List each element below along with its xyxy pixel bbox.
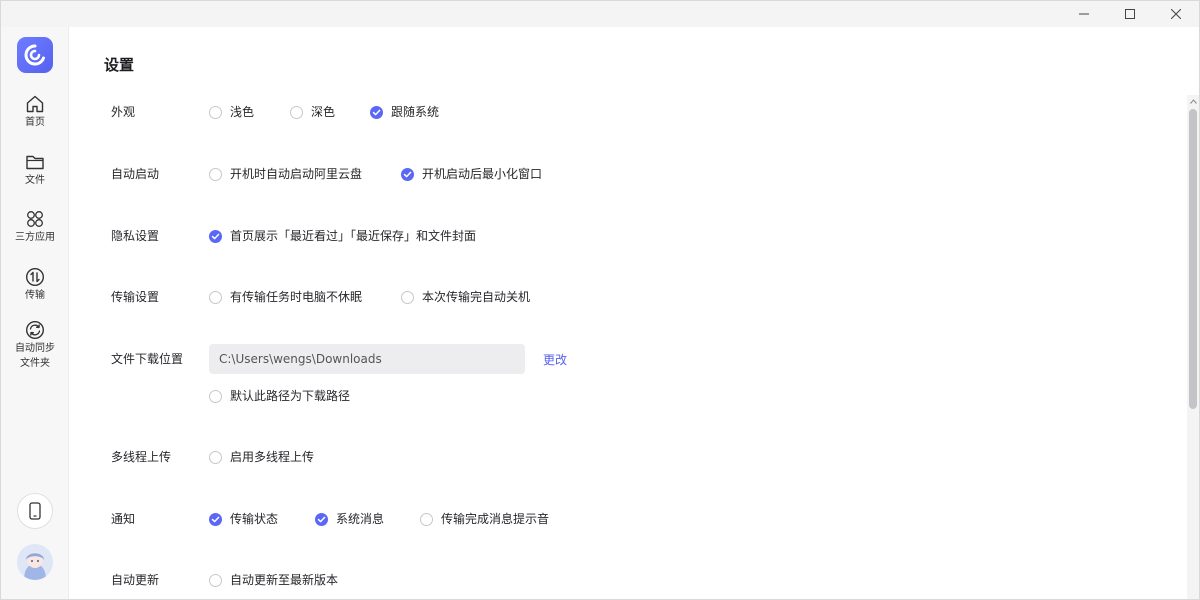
check-icon <box>401 167 414 181</box>
sync-icon <box>25 320 45 340</box>
radio-dark-theme[interactable]: 深色 <box>290 104 335 120</box>
sidebar-item-label: 传输 <box>25 290 45 301</box>
app-logo[interactable] <box>17 37 53 73</box>
option-label: 传输完成消息提示音 <box>441 512 550 526</box>
option-label: 默认此路径为下载路径 <box>230 389 351 403</box>
radio-unchecked-icon <box>209 450 222 464</box>
scrollbar-thumb[interactable] <box>1189 109 1197 409</box>
checkbox-system-messages[interactable]: 系统消息 <box>315 511 384 527</box>
option-label: 浅色 <box>230 105 255 119</box>
maximize-icon <box>1125 9 1135 19</box>
scroll-up-arrow-icon[interactable] <box>1189 97 1197 105</box>
option-label: 首页展示「最近看过」「最近保存」和文件封面 <box>230 229 477 243</box>
option-label: 深色 <box>311 105 336 119</box>
title-bar <box>1 1 1199 27</box>
app-window: 首页 文件 三方应用 传输 自动同步 文件夹 设置 外观 浅色 深色 跟随系统 … <box>0 0 1200 600</box>
option-label: 本次传输完自动关机 <box>422 290 531 304</box>
multithread-upload-label: 多线程上传 <box>111 450 172 464</box>
option-label: 有传输任务时电脑不休眠 <box>230 290 363 304</box>
auto-update-label: 自动更新 <box>111 573 160 587</box>
radio-unchecked-icon <box>209 105 222 119</box>
check-icon <box>370 105 383 119</box>
sidebar-item-home[interactable]: 首页 <box>1 94 69 129</box>
settings-panel: 设置 外观 浅色 深色 跟随系统 自动启动 开机时自动启动阿里云盘 开机启动后最… <box>70 27 1186 599</box>
radio-unchecked-icon <box>420 512 433 526</box>
radio-unchecked-icon <box>209 389 222 403</box>
sidebar-item-label: 三方应用 <box>15 232 55 243</box>
sidebar-item-label: 首页 <box>25 117 45 128</box>
checkbox-default-download-path[interactable]: 默认此路径为下载路径 <box>209 388 350 404</box>
page-title: 设置 <box>104 56 135 74</box>
radio-unchecked-icon <box>290 105 303 119</box>
folder-icon <box>26 155 44 170</box>
transfer-icon <box>25 267 45 287</box>
mobile-app-button[interactable] <box>17 493 53 529</box>
minimize-button[interactable] <box>1061 1 1107 27</box>
download-path-field[interactable]: C:\Users\wengs\Downloads <box>209 344 525 374</box>
close-icon <box>1171 9 1181 19</box>
minimize-icon <box>1079 13 1089 15</box>
avatar[interactable] <box>17 544 53 580</box>
appearance-label: 外观 <box>111 105 136 119</box>
notify-label: 通知 <box>111 512 136 526</box>
checkbox-shutdown-after-transfer[interactable]: 本次传输完自动关机 <box>401 289 530 305</box>
check-icon <box>209 512 222 526</box>
apps-icon <box>27 211 43 227</box>
sidebar-item-transfer[interactable]: 传输 <box>1 267 69 302</box>
checkbox-auto-update-latest[interactable]: 自动更新至最新版本 <box>209 572 338 588</box>
option-label: 启用多线程上传 <box>230 450 315 464</box>
option-label: 开机启动后最小化窗口 <box>422 167 543 181</box>
maximize-button[interactable] <box>1107 1 1153 27</box>
checkbox-autostart-on-boot[interactable]: 开机时自动启动阿里云盘 <box>209 166 362 182</box>
close-button[interactable] <box>1153 1 1199 27</box>
option-label: 开机时自动启动阿里云盘 <box>230 167 363 181</box>
change-path-link[interactable]: 更改 <box>543 351 567 368</box>
checkbox-transfer-complete-sound[interactable]: 传输完成消息提示音 <box>420 511 549 527</box>
radio-follow-system[interactable]: 跟随系统 <box>370 104 439 120</box>
download-location-label: 文件下载位置 <box>111 352 184 366</box>
sidebar-item-sync-folder[interactable]: 自动同步 文件夹 <box>1 320 69 370</box>
option-label: 跟随系统 <box>391 105 440 119</box>
option-label: 传输状态 <box>230 512 279 526</box>
sidebar: 首页 文件 三方应用 传输 自动同步 文件夹 <box>1 27 69 599</box>
option-label: 自动更新至最新版本 <box>230 573 339 587</box>
sidebar-item-label-line2: 文件夹 <box>20 358 50 369</box>
sidebar-item-label: 自动同步 <box>15 343 55 354</box>
sidebar-item-apps[interactable]: 三方应用 <box>1 209 69 244</box>
phone-icon <box>29 502 41 520</box>
checkbox-home-show-recent[interactable]: 首页展示「最近看过」「最近保存」和文件封面 <box>209 228 476 244</box>
avatar-image <box>17 544 53 580</box>
privacy-label: 隐私设置 <box>111 229 160 243</box>
vertical-scrollbar[interactable] <box>1187 95 1199 599</box>
home-icon <box>26 95 44 113</box>
sidebar-item-files[interactable]: 文件 <box>1 152 69 187</box>
autostart-label: 自动启动 <box>111 167 160 181</box>
checkbox-minimize-on-start[interactable]: 开机启动后最小化窗口 <box>401 166 542 182</box>
radio-unchecked-icon <box>401 290 414 304</box>
radio-light-theme[interactable]: 浅色 <box>209 104 254 120</box>
checkbox-transfer-status[interactable]: 传输状态 <box>209 511 278 527</box>
check-icon <box>209 229 222 243</box>
checkbox-enable-multithread-upload[interactable]: 启用多线程上传 <box>209 449 314 465</box>
check-icon <box>315 512 328 526</box>
aliyun-drive-logo-icon <box>24 44 45 66</box>
checkbox-no-sleep-during-transfer[interactable]: 有传输任务时电脑不休眠 <box>209 289 362 305</box>
option-label: 系统消息 <box>336 512 385 526</box>
radio-unchecked-icon <box>209 573 222 587</box>
sidebar-item-label: 文件 <box>25 175 45 186</box>
radio-unchecked-icon <box>209 290 222 304</box>
transfer-settings-label: 传输设置 <box>111 290 160 304</box>
radio-unchecked-icon <box>209 167 222 181</box>
